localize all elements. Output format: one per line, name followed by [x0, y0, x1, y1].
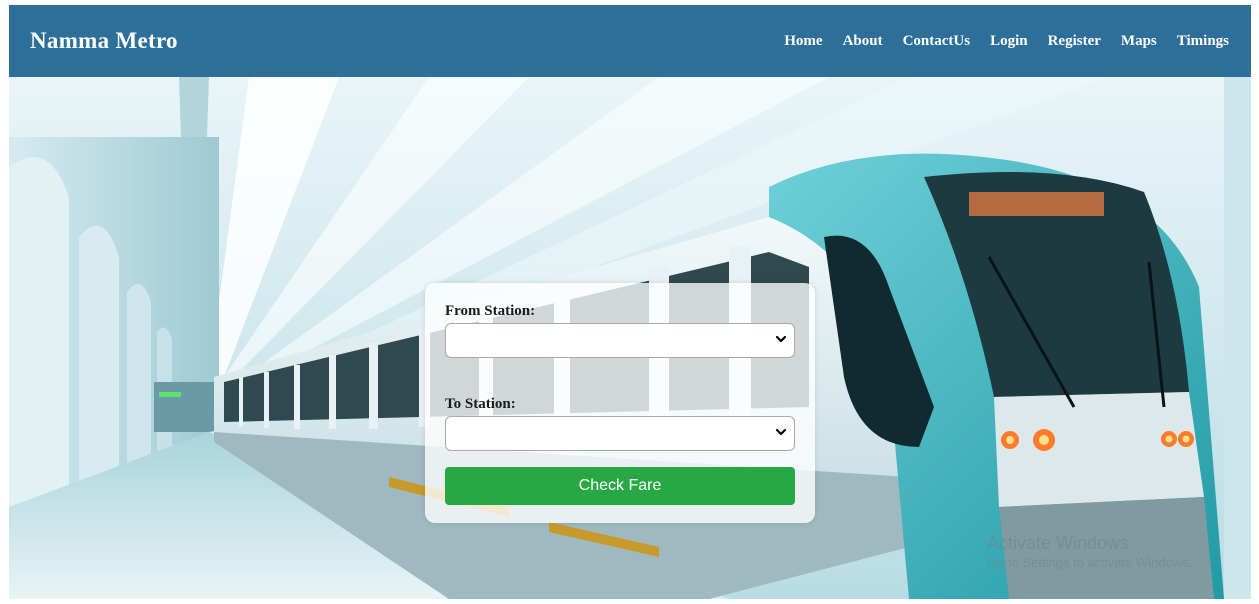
chevron-down-icon — [775, 335, 787, 343]
brand-logo[interactable]: Namma Metro — [30, 28, 178, 54]
nav-link-home[interactable]: Home — [784, 33, 822, 50]
watermark-title: Activate Windows — [987, 533, 1130, 553]
to-station-select[interactable] — [445, 416, 795, 451]
page-frame: Namma Metro Home About ContactUs Login R… — [9, 5, 1251, 599]
nav-link-maps[interactable]: Maps — [1121, 33, 1157, 50]
nav-link-register[interactable]: Register — [1048, 33, 1101, 50]
from-station-label: From Station: — [445, 303, 536, 319]
fare-form-card: From Station: To Station: Check Fare — [425, 283, 815, 523]
check-fare-button[interactable]: Check Fare — [445, 467, 795, 505]
from-station-select[interactable] — [445, 323, 795, 358]
nav-links: Home About ContactUs Login Register Maps… — [784, 33, 1229, 50]
to-station-label: To Station: — [445, 396, 516, 412]
chevron-down-icon — [775, 428, 787, 436]
nav-link-contactus[interactable]: ContactUs — [903, 33, 971, 50]
nav-link-about[interactable]: About — [843, 33, 883, 50]
nav-link-login[interactable]: Login — [990, 33, 1028, 50]
activate-windows-watermark: Activate Windows Go to Settings to activ… — [987, 533, 1192, 570]
watermark-subtitle: Go to Settings to activate Windows. — [987, 555, 1193, 570]
nav-link-timings[interactable]: Timings — [1177, 33, 1229, 50]
navbar: Namma Metro Home About ContactUs Login R… — [9, 5, 1251, 77]
